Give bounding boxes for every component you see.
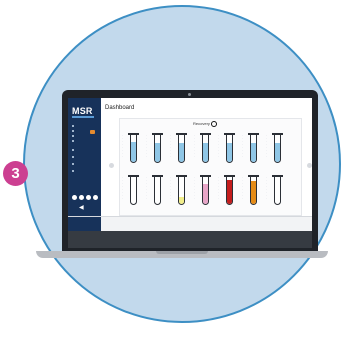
tube-scale-marks: − − − − − − − − (242, 177, 244, 200)
sidebar-item-1[interactable] (72, 124, 99, 128)
recovery-label: Recovery (193, 121, 210, 127)
tube-liquid (227, 142, 232, 162)
laptop-notch (156, 251, 208, 254)
control-button-2[interactable] (79, 195, 84, 200)
tube-scale-marks: − − − − − − − − (170, 135, 172, 158)
tube-scale-marks: − − − − − − − − (146, 135, 148, 158)
tube-scale-marks: − − − − − − − − (146, 177, 148, 200)
nav-bullet-icon (72, 149, 74, 152)
top-row-test-tube-7[interactable] (274, 135, 281, 163)
tube-scale-marks: − − − − − − − − (194, 177, 196, 200)
nav-bullet-icon (72, 163, 74, 166)
tube-scale-marks: − − − − − − − − (122, 177, 124, 200)
sidebar: MSR ◀ (68, 98, 101, 248)
nav-bullet-icon (72, 140, 74, 143)
nav-bullet-icon (72, 156, 74, 159)
nav-bullet-icon (72, 130, 74, 133)
bottom-row-test-tube-2[interactable] (154, 177, 161, 205)
webcam-icon (188, 93, 191, 96)
nav-bullet-icon (72, 125, 74, 128)
tube-scale-marks: − − − − − − − − (242, 135, 244, 158)
tube-liquid (131, 141, 136, 162)
app-logo: MSR (72, 106, 93, 116)
control-button-1[interactable] (72, 195, 77, 200)
tube-liquid (251, 142, 256, 162)
screen-divider (68, 216, 312, 217)
tube-scale-marks: − − − − − − − − (218, 135, 220, 158)
top-row-test-tube-5[interactable] (226, 135, 233, 163)
tube-liquid (251, 181, 256, 204)
tube-scale-marks: − − − − − − − − (218, 177, 220, 200)
tube-liquid (179, 197, 184, 204)
top-row-test-tube-1[interactable] (130, 135, 137, 163)
main-content: Dashboard Recovery − − − − − − − − − − − − − − − − − − − − −… (101, 98, 312, 216)
tube-scale-marks: − − − − − − − − (194, 135, 196, 158)
logo-underline (72, 116, 94, 118)
tube-liquid (227, 179, 232, 204)
tube-panel: Recovery − − − − − − − − − − − − − − − − − − − − − − − − − − − − − − −… (109, 118, 312, 216)
control-button-3[interactable] (86, 195, 91, 200)
control-button-4[interactable] (93, 195, 98, 200)
tube-scale-marks: − − − − − − − − (170, 177, 172, 200)
bottom-row-test-tube-1[interactable] (130, 177, 137, 205)
sidebar-item-6[interactable] (72, 155, 99, 159)
bottom-row-test-tube-7[interactable] (274, 177, 281, 205)
tube-liquid (203, 183, 208, 204)
top-row-test-tube-4[interactable] (202, 135, 209, 163)
tube-liquid (203, 142, 208, 162)
nav-bullet-icon (72, 135, 74, 138)
top-row-test-tube-2[interactable] (154, 135, 161, 163)
recovery-ring-icon (210, 121, 217, 127)
bottom-row-test-tube-5[interactable] (226, 177, 233, 205)
bottom-row-test-tube-6[interactable] (250, 177, 257, 205)
step-number-badge: 3 (3, 161, 28, 186)
previous-arrow-button[interactable] (109, 163, 114, 168)
page-title: Dashboard (105, 105, 135, 111)
nav-bullet-icon (72, 170, 74, 173)
sidebar-item-3[interactable] (72, 134, 99, 138)
back-arrow-icon[interactable]: ◀ (79, 204, 84, 211)
bottom-row-test-tube-4[interactable] (202, 177, 209, 205)
tube-liquid (179, 142, 184, 162)
taskbar (68, 231, 312, 248)
top-row-test-tube-6[interactable] (250, 135, 257, 163)
tube-liquid (155, 142, 160, 162)
sidebar-item-5[interactable] (72, 148, 99, 152)
sidebar-item-8[interactable] (72, 169, 99, 173)
tube-scale-marks: − − − − − − − − (266, 135, 268, 158)
recovery-indicator: Recovery (193, 121, 217, 127)
sidebar-item-7[interactable] (72, 162, 99, 166)
laptop-base (36, 251, 328, 258)
tube-liquid (275, 142, 280, 162)
sidebar-item-4[interactable] (72, 139, 99, 143)
laptop-screen-bezel: MSR ◀ Dashboard Recovery − − − − − − − −… (62, 90, 318, 252)
app-screen: MSR ◀ Dashboard Recovery − − − − − − − −… (68, 98, 312, 248)
next-arrow-button[interactable] (307, 163, 312, 168)
tube-scale-marks: − − − − − − − − (122, 135, 124, 158)
bottom-row-test-tube-3[interactable] (178, 177, 185, 205)
top-row-test-tube-3[interactable] (178, 135, 185, 163)
tube-scale-marks: − − − − − − − − (266, 177, 268, 200)
sidebar-alert-icon (90, 130, 95, 134)
